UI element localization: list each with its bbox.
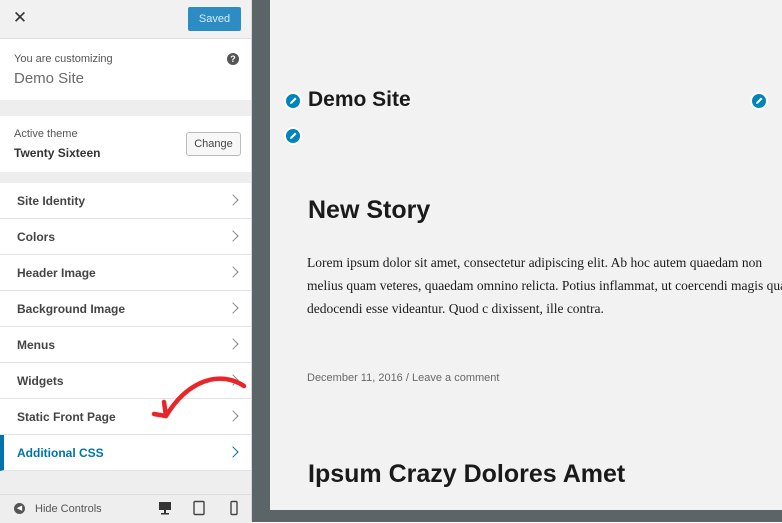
- mobile-icon[interactable]: [226, 500, 244, 518]
- help-icon[interactable]: ?: [227, 53, 239, 65]
- panel-site-identity[interactable]: Site Identity: [0, 183, 251, 219]
- active-theme-label: Active theme: [14, 128, 78, 140]
- hide-controls-icon[interactable]: ◀: [14, 503, 25, 514]
- edit-site-title-icon[interactable]: [284, 92, 302, 110]
- panel-label: Menus: [17, 338, 56, 352]
- leave-comment-link[interactable]: Leave a comment: [412, 372, 499, 384]
- close-icon[interactable]: ✕: [8, 6, 32, 30]
- chevron-right-icon: [227, 338, 239, 350]
- panel-background-image[interactable]: Background Image: [0, 291, 251, 327]
- post-meta: December 11, 2016 / Leave a comment: [307, 372, 499, 384]
- post-excerpt: Lorem ipsum dolor sit amet, consectetur …: [307, 255, 782, 316]
- red-arrow-annotation: [151, 376, 247, 419]
- edit-menu-icon[interactable]: [750, 92, 768, 110]
- panel-label: Background Image: [17, 302, 126, 316]
- panel-label: Header Image: [17, 266, 96, 280]
- chevron-right-icon: [227, 266, 239, 278]
- post-date[interactable]: December 11, 2016: [307, 372, 403, 384]
- customizer-header: ✕ Saved: [0, 0, 251, 39]
- panel-header-image[interactable]: Header Image: [0, 255, 251, 291]
- panel-label: Additional CSS: [17, 446, 104, 460]
- chevron-right-icon: [227, 194, 239, 206]
- active-theme-section: Active theme Twenty Sixteen Change: [0, 116, 251, 172]
- second-post-title[interactable]: Ipsum Crazy Dolores Amet: [308, 460, 625, 489]
- chevron-right-icon: [227, 230, 239, 242]
- customizing-info: You are customizing Demo Site ?: [0, 39, 251, 100]
- saved-button[interactable]: Saved: [188, 7, 241, 31]
- active-theme-name: Twenty Sixteen: [14, 146, 101, 160]
- site-title[interactable]: Demo Site: [308, 88, 411, 112]
- change-theme-button[interactable]: Change: [186, 132, 241, 156]
- edit-tagline-icon[interactable]: [284, 127, 302, 145]
- panel-label: Site Identity: [17, 194, 86, 208]
- panel-label: Widgets: [17, 374, 64, 388]
- customizing-label: You are customizing: [14, 53, 113, 65]
- customizer-sidebar: ✕ Saved You are customizing Demo Site ? …: [0, 0, 252, 523]
- meta-separator: /: [405, 372, 409, 384]
- panel-label: Colors: [17, 230, 56, 244]
- post-title[interactable]: New Story: [308, 196, 430, 225]
- hide-controls-button[interactable]: Hide Controls: [35, 503, 102, 515]
- panel-menus[interactable]: Menus: [0, 327, 251, 363]
- panel-colors[interactable]: Colors: [0, 219, 251, 255]
- panel-label: Static Front Page: [17, 410, 116, 424]
- customizer-footer: ◀ Hide Controls: [0, 494, 251, 523]
- tablet-icon[interactable]: [191, 500, 209, 518]
- chevron-right-icon: [227, 302, 239, 314]
- panel-additional-css[interactable]: Additional CSS: [0, 435, 251, 471]
- site-preview: Demo Site New Story Lorem ipsum dolor si…: [270, 0, 782, 510]
- chevron-right-icon: [227, 446, 239, 458]
- customizing-site-name: Demo Site: [14, 70, 85, 87]
- desktop-icon[interactable]: [157, 500, 175, 518]
